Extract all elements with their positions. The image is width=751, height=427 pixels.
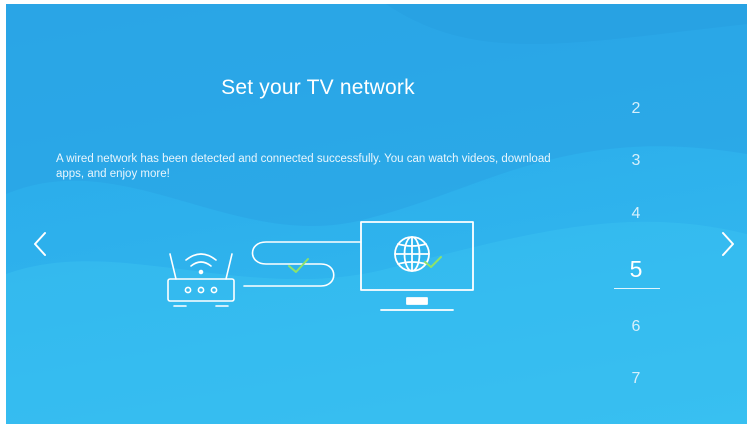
status-description: A wired network has been detected and co… [56, 153, 551, 180]
page-title: Set your TV network [221, 76, 415, 99]
step-6[interactable]: 6 [606, 318, 666, 336]
step-5-active[interactable]: 5 [606, 256, 666, 283]
chevron-right-icon[interactable] [716, 230, 738, 258]
wifi-router-icon [167, 253, 235, 307]
tv-globe-icon [360, 221, 474, 311]
active-step-underline [614, 288, 660, 289]
step-4[interactable]: 4 [606, 205, 666, 223]
network-setup-screen: Set your TV network A wired network has … [6, 4, 747, 424]
chevron-left-icon[interactable] [30, 230, 52, 258]
step-2[interactable]: 2 [606, 100, 666, 118]
step-7[interactable]: 7 [606, 370, 666, 388]
network-illustration [167, 221, 474, 311]
step-indicator: 2 3 4 5 6 7 [606, 90, 666, 390]
check-icon [288, 258, 309, 273]
step-3[interactable]: 3 [606, 152, 666, 170]
